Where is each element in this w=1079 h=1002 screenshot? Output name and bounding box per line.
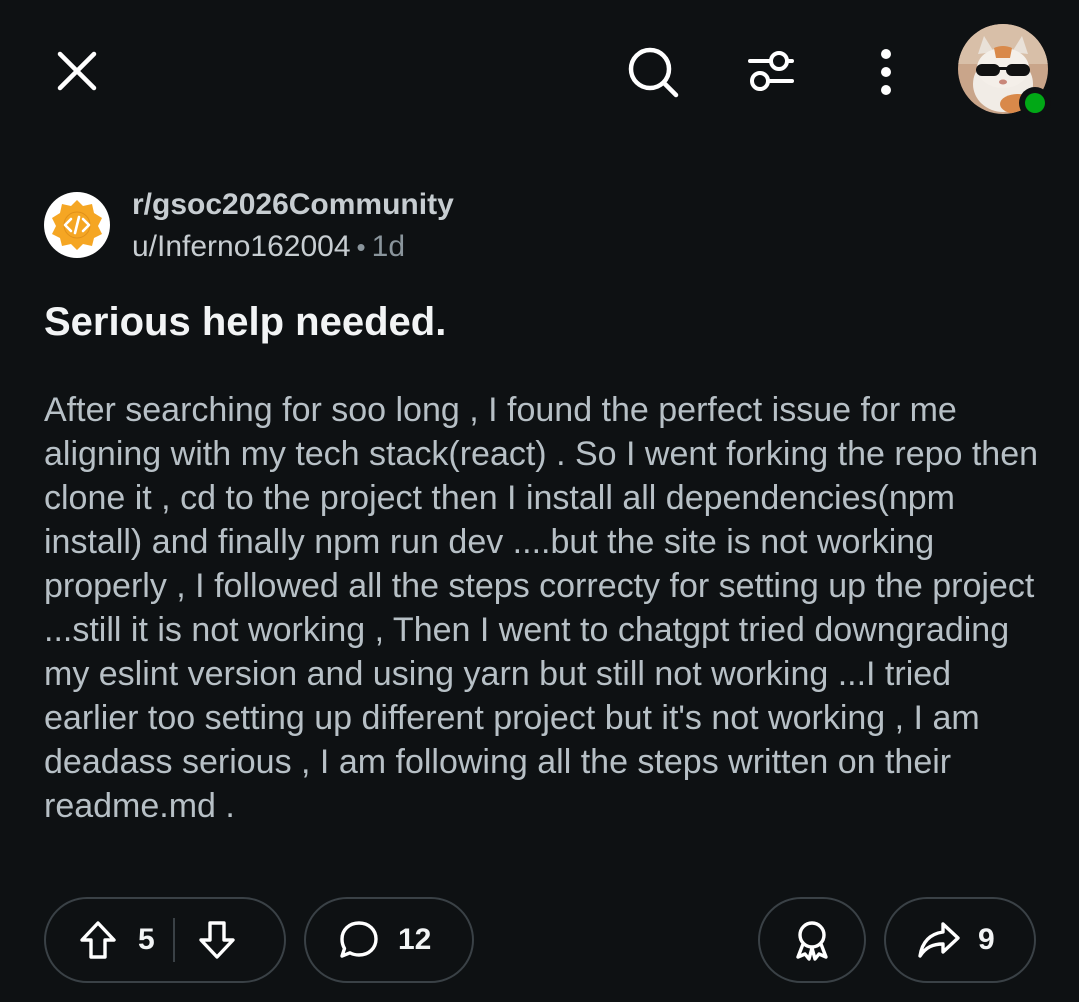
post-body: After searching for soo long , I found t… [44,391,1039,825]
upvote-button[interactable] [76,918,120,962]
search-icon [628,47,679,98]
vote-divider [172,918,175,962]
close-icon [57,51,97,91]
comment-count: 12 [398,923,432,956]
post-action-bar: 5 12 9 [44,897,1036,985]
award-icon [796,921,828,961]
subreddit-icon[interactable] [44,192,110,258]
share-button[interactable]: 9 [884,897,1036,983]
comment-bubble-icon [336,917,382,963]
code-badge-icon [52,200,102,250]
share-arrow-icon [916,917,962,963]
author-name[interactable]: u/Inferno162004 [132,230,351,263]
filter-button[interactable] [743,44,799,100]
search-button[interactable] [625,44,681,100]
post-title: Serious help needed. [44,300,447,344]
downvote-arrow-icon [198,921,235,959]
more-vertical-icon [881,49,891,95]
award-button[interactable] [758,897,866,983]
comments-button[interactable]: 12 [304,897,474,983]
meta-separator: • [356,232,366,262]
top-bar [0,0,1079,140]
subreddit-name[interactable]: r/gsoc2026Community [132,188,454,222]
post-age: 1d [371,230,406,263]
upvote-count: 5 [138,923,155,956]
share-count: 9 [978,923,995,956]
vote-control: 5 [44,897,286,983]
online-status-indicator [1019,87,1051,119]
downvote-button[interactable] [195,918,239,962]
filter-icon [748,51,794,91]
post-header: r/gsoc2026Community u/Inferno162004 • 1d [44,186,744,276]
upvote-arrow-icon [80,921,116,959]
more-options-button[interactable] [860,44,912,100]
post-meta: u/Inferno162004 • 1d [132,230,405,264]
close-button[interactable] [52,46,102,96]
